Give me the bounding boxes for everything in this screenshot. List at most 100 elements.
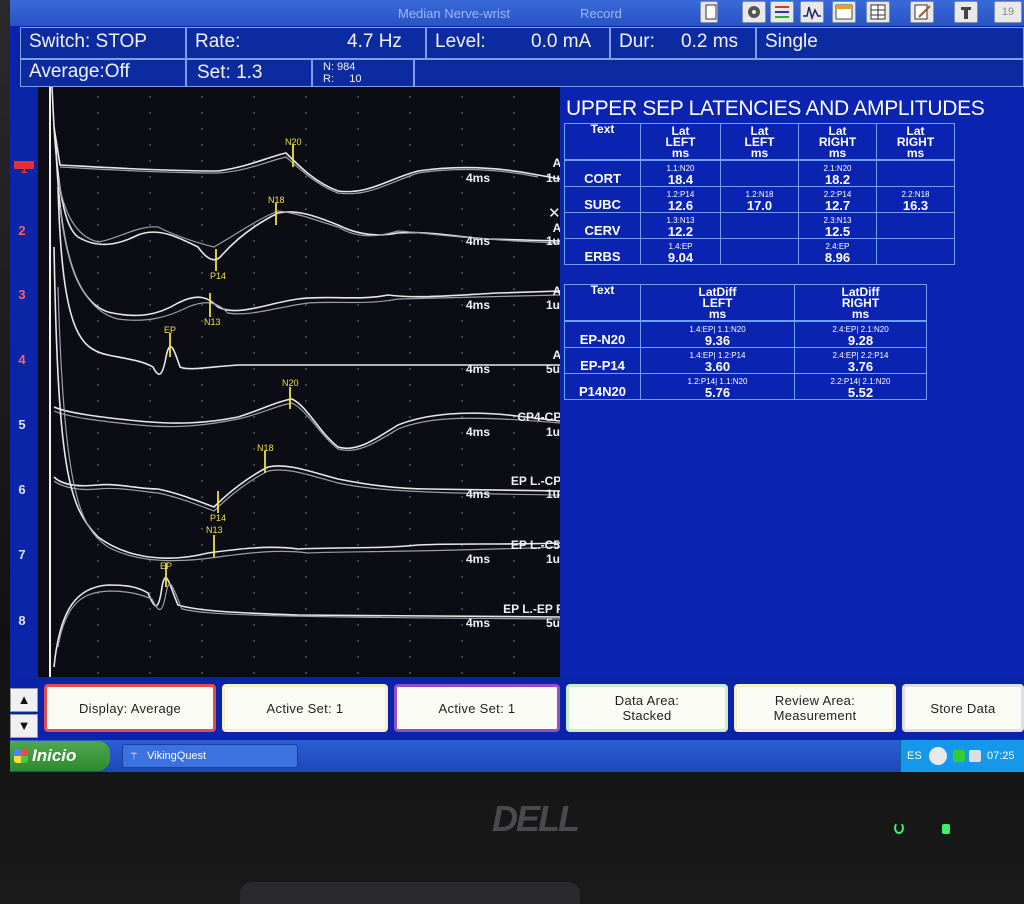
latency-cell[interactable] <box>720 238 799 265</box>
data-area-button[interactable]: Data Area: Stacked <box>566 684 728 732</box>
latency-cell[interactable]: 1.1:N20 18.4 <box>640 160 721 187</box>
latdiff-cell[interactable]: 1.4:EP| 1.1:N20 9.36 <box>640 321 795 348</box>
grid-dot <box>149 400 151 402</box>
latency-cell[interactable]: 2.4:EP 8.96 <box>798 238 877 265</box>
channel-6-number[interactable]: 6 <box>12 482 32 497</box>
store-data-button[interactable]: Store Data <box>902 684 1024 732</box>
cursor-x-icon[interactable]: ✕ <box>548 205 561 222</box>
level-status[interactable]: Level: 0.0 mA <box>426 27 610 59</box>
active-set-button-2[interactable]: Active Set: 1 <box>394 684 560 732</box>
grid-dot <box>357 224 359 226</box>
grid-dot <box>201 384 203 386</box>
review-area-button[interactable]: Review Area: Measurement <box>734 684 896 732</box>
grid-dot <box>305 576 307 578</box>
grid-dot <box>357 464 359 466</box>
latdiff-cell[interactable]: 2.4:EP| 2.1:N20 9.28 <box>794 321 927 348</box>
grid-dot <box>357 336 359 338</box>
grid-dot <box>201 240 203 242</box>
grid-dot <box>305 224 307 226</box>
report-icon[interactable] <box>832 1 856 23</box>
grid-dot <box>149 256 151 258</box>
grid-dot <box>409 608 411 610</box>
latdiff-header-text: Text <box>564 284 641 321</box>
taskbar-app-vikingquest[interactable]: ⚚ VikingQuest <box>122 744 298 768</box>
clock[interactable]: 07:25 <box>987 750 1015 762</box>
grid-dot <box>357 352 359 354</box>
grid-dot <box>97 480 99 482</box>
display-average-button[interactable]: Display: Average <box>44 684 216 732</box>
grid-dot <box>513 400 515 402</box>
active-set-button-1[interactable]: Active Set: 1 <box>222 684 388 732</box>
latency-cell[interactable] <box>720 160 799 187</box>
grid-dot <box>409 528 411 530</box>
windows-flag-icon <box>14 749 28 763</box>
channel-8-scale: 5uV <box>546 616 560 630</box>
sweep-mode-status[interactable]: Single <box>756 27 1024 59</box>
latency-cell[interactable] <box>876 238 955 265</box>
grid-dot <box>97 208 99 210</box>
channel-3-number[interactable]: 3 <box>12 287 32 302</box>
start-button[interactable]: Inicio <box>10 741 110 771</box>
latency-cell-value: 12.5 <box>824 224 851 239</box>
grid-dot <box>149 512 151 514</box>
channel-4-number[interactable]: 4 <box>12 352 32 367</box>
settings-icon[interactable] <box>954 1 978 23</box>
grid-dot <box>513 448 515 450</box>
grid-dot <box>253 416 255 418</box>
grid-dot <box>201 544 203 546</box>
grid-dot <box>253 304 255 306</box>
channel-5-number[interactable]: 5 <box>12 417 32 432</box>
tray-arrow-icon[interactable] <box>929 747 947 765</box>
latency-cell[interactable]: 1.2:P14 12.6 <box>640 186 721 213</box>
grid-dot <box>409 576 411 578</box>
grid-dot <box>461 416 463 418</box>
list-icon[interactable] <box>770 1 794 23</box>
channel-2-number[interactable]: 2 <box>12 223 32 238</box>
latency-cell[interactable]: 1.2:N18 17.0 <box>720 186 799 213</box>
grid-dot <box>149 160 151 162</box>
channel-8-number[interactable]: 8 <box>12 613 32 628</box>
latency-header-lat-right-1: Lat RIGHT ms <box>798 123 877 160</box>
latency-cell[interactable] <box>720 212 799 239</box>
grid-dot <box>253 448 255 450</box>
grid-dot <box>357 320 359 322</box>
latency-cell[interactable] <box>876 160 955 187</box>
channel-1-active-indicator[interactable]: 1 <box>14 161 34 176</box>
latdiff-cell[interactable]: 1.2:P14| 1.1:N20 5.76 <box>640 373 795 400</box>
waveform-area[interactable]: N20 N18 P14 N13 EP N20 N18 P14 N13 EP A … <box>38 86 568 677</box>
grid-dot <box>149 272 151 274</box>
average-status[interactable]: Average:Off <box>20 59 186 87</box>
volume-icon[interactable] <box>969 750 981 762</box>
document-icon[interactable] <box>700 1 718 23</box>
latency-cell[interactable] <box>876 212 955 239</box>
latdiff-cell[interactable]: 1.4:EP| 1.2:P14 3.60 <box>640 347 795 374</box>
latency-cell[interactable]: 1.4:EP 9.04 <box>640 238 721 265</box>
language-indicator[interactable]: ES <box>907 750 922 762</box>
latency-cell[interactable]: 1.3:N13 12.2 <box>640 212 721 239</box>
latdiff-cell[interactable]: 2.4:EP| 2.2:P14 3.76 <box>794 347 927 374</box>
latency-cell-value: 12.6 <box>667 198 694 213</box>
grid-dot <box>461 624 463 626</box>
duration-status[interactable]: Dur: 0.2 ms <box>610 27 756 59</box>
grid-dot <box>201 528 203 530</box>
grid-dot <box>461 608 463 610</box>
latency-cell[interactable]: 2.2:P14 12.7 <box>798 186 877 213</box>
laptop-bezel: Median Nerve-wrist Record 19 Switch: STO… <box>0 0 1024 904</box>
stimulator-icon[interactable] <box>742 1 766 23</box>
scroll-up-button[interactable]: ▲ <box>10 688 38 712</box>
marker-n20-ch1-label: N20 <box>285 137 302 147</box>
channel-7-number[interactable]: 7 <box>12 547 32 562</box>
set-status[interactable]: Set: 1.3 <box>186 59 312 87</box>
latency-cell[interactable]: 2.2:N18 16.3 <box>876 186 955 213</box>
table-icon[interactable] <box>866 1 890 23</box>
latency-cell[interactable]: 2.3:N13 12.5 <box>798 212 877 239</box>
latency-cell[interactable]: 2.1:N20 18.2 <box>798 160 877 187</box>
rate-status[interactable]: Rate: 4.7 Hz <box>186 27 426 59</box>
grid-dot <box>149 320 151 322</box>
latdiff-cell[interactable]: 2.2:P14| 2.1:N20 5.52 <box>794 373 927 400</box>
scroll-down-button[interactable]: ▼ <box>10 714 38 738</box>
network-icon[interactable] <box>953 750 965 762</box>
edit-icon[interactable] <box>910 1 934 23</box>
extra-menu[interactable]: 19 <box>994 1 1022 23</box>
waveform-icon[interactable] <box>800 1 824 23</box>
